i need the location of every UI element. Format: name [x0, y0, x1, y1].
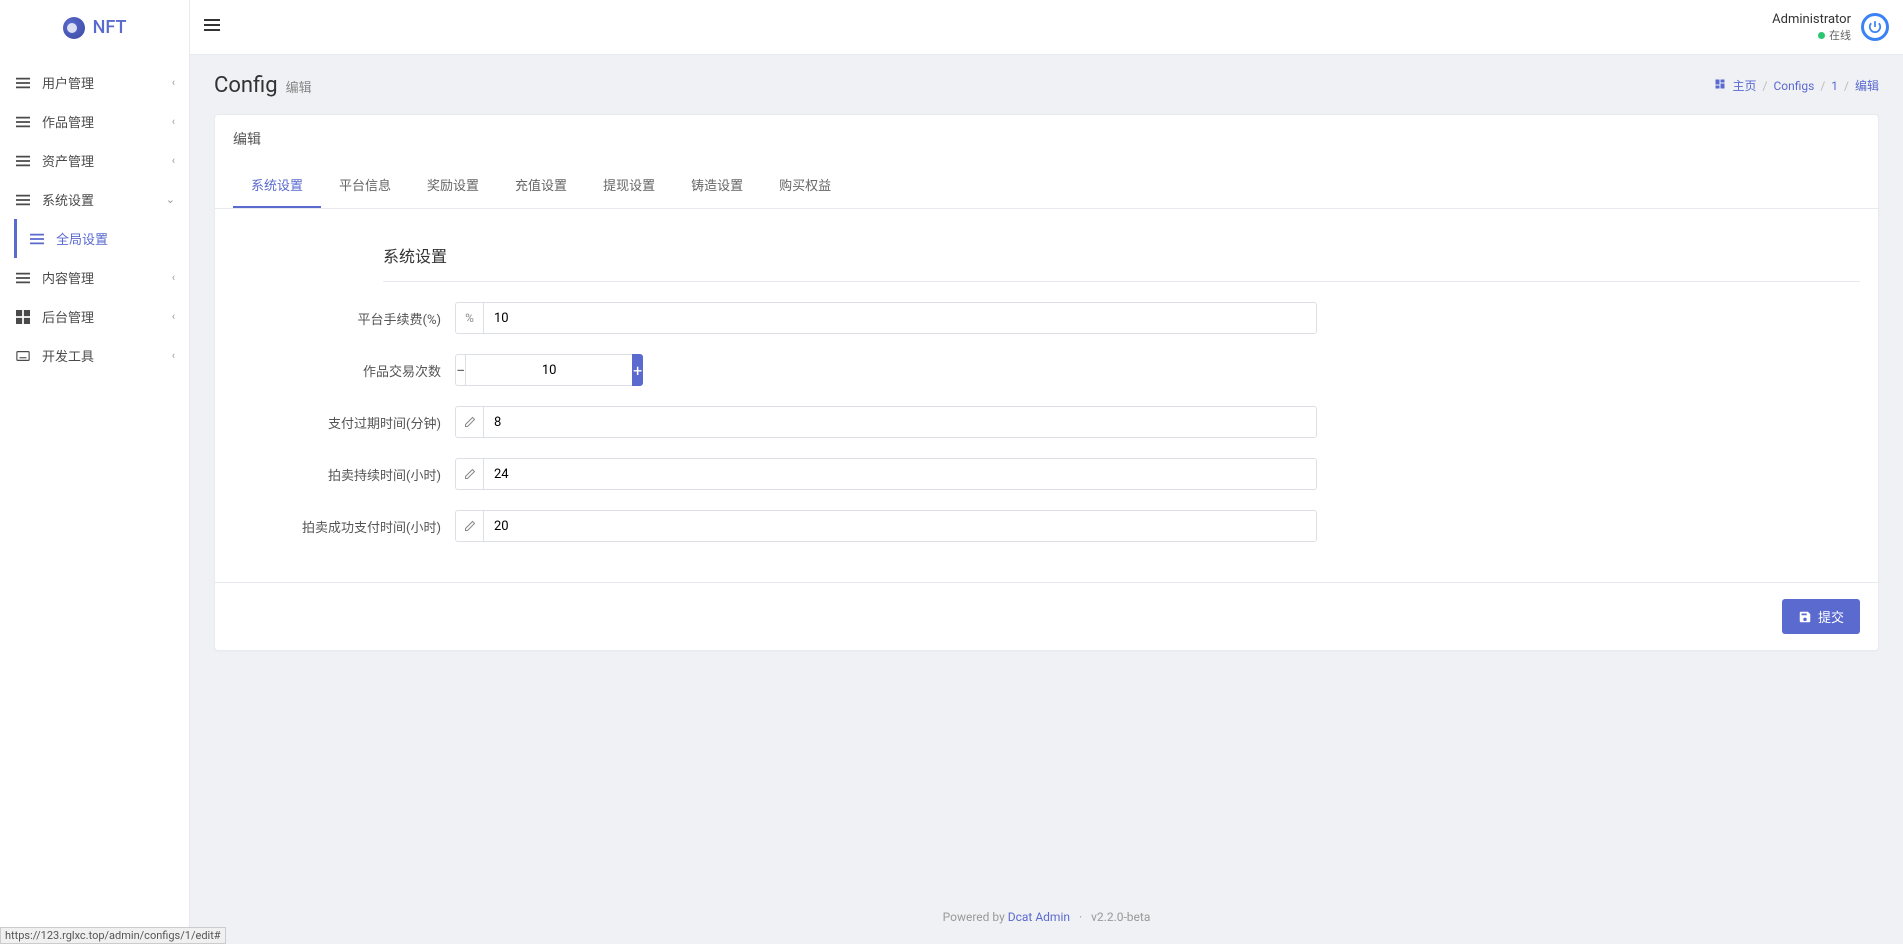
main-area: Administrator 在线 Config 编辑 主页 / Configs: [190, 0, 1903, 944]
list-icon: [14, 76, 32, 90]
input-pay-expire[interactable]: [483, 406, 1317, 438]
logo-text: NFT: [93, 17, 127, 38]
stepper-decrement[interactable]: −: [455, 354, 466, 386]
label-trade-count: 作品交易次数: [233, 361, 455, 380]
chevron-left-icon: ‹: [172, 76, 175, 89]
tab-recharge-settings[interactable]: 充值设置: [497, 163, 585, 208]
footer-powered: Powered by: [943, 910, 1005, 924]
pencil-icon: [455, 458, 483, 490]
breadcrumb-sep: /: [1763, 79, 1768, 93]
breadcrumb-id[interactable]: 1: [1831, 79, 1838, 93]
input-platform-fee[interactable]: [483, 302, 1317, 334]
nav-label: 全局设置: [56, 229, 108, 248]
sidebar-item-content-mgmt[interactable]: 内容管理 ‹: [0, 258, 189, 297]
pencil-icon: [455, 510, 483, 542]
sidebar-item-global-settings[interactable]: 全局设置: [14, 219, 189, 258]
chevron-left-icon: ‹: [172, 349, 175, 362]
tabs: 系统设置 平台信息 奖励设置 充值设置 提现设置 铸造设置 购买权益: [215, 163, 1878, 209]
label-pay-expire: 支付过期时间(分钟): [233, 413, 455, 432]
breadcrumb: 主页 / Configs / 1 / 编辑: [1714, 77, 1879, 94]
input-trade-count[interactable]: [466, 354, 632, 386]
label-auction-duration: 拍卖持续时间(小时): [233, 465, 455, 484]
chevron-left-icon: ‹: [172, 271, 175, 284]
breadcrumb-sep: /: [1844, 79, 1849, 93]
tab-platform-info[interactable]: 平台信息: [321, 163, 409, 208]
chevron-left-icon: ‹: [172, 154, 175, 167]
input-auction-duration[interactable]: [483, 458, 1317, 490]
label-auction-pay-time: 拍卖成功支付时间(小时): [233, 517, 455, 536]
sidebar-item-user-mgmt[interactable]: 用户管理 ‹: [0, 63, 189, 102]
tab-reward-settings[interactable]: 奖励设置: [409, 163, 497, 208]
tab-system-settings[interactable]: 系统设置: [233, 163, 321, 208]
form-card: 编辑 系统设置 平台信息 奖励设置 充值设置 提现设置 铸造设置 购买权益 系统…: [214, 114, 1879, 651]
percent-icon: %: [455, 302, 483, 334]
tab-purchase-rights[interactable]: 购买权益: [761, 163, 849, 208]
user-menu[interactable]: Administrator 在线: [1772, 12, 1851, 42]
nav-label: 作品管理: [42, 112, 94, 131]
sidebar-item-works-mgmt[interactable]: 作品管理 ‹: [0, 102, 189, 141]
topbar: Administrator 在线: [190, 0, 1903, 55]
nav-label: 系统设置: [42, 190, 94, 209]
nav-label: 资产管理: [42, 151, 94, 170]
page-title: Config 编辑: [214, 73, 312, 98]
nav-label: 用户管理: [42, 73, 94, 92]
card-header: 编辑: [215, 115, 1878, 163]
tab-mint-settings[interactable]: 铸造设置: [673, 163, 761, 208]
status-dot-icon: [1818, 32, 1825, 39]
save-icon: [1798, 610, 1812, 624]
footer-brand-link[interactable]: Dcat Admin: [1008, 910, 1070, 924]
sidebar-item-dev-tools[interactable]: 开发工具 ‹: [0, 336, 189, 375]
footer-dot: ·: [1079, 910, 1082, 924]
user-name: Administrator: [1772, 12, 1851, 28]
user-status: 在线: [1829, 29, 1851, 42]
logo-icon: [63, 17, 85, 39]
logout-button[interactable]: [1861, 13, 1889, 41]
nav-label: 内容管理: [42, 268, 94, 287]
keyboard-icon: [14, 349, 32, 363]
list-icon: [14, 154, 32, 168]
breadcrumb-edit[interactable]: 编辑: [1855, 77, 1879, 94]
chevron-down-icon: ⌄: [166, 193, 175, 206]
input-auction-pay-time[interactable]: [483, 510, 1317, 542]
submit-label: 提交: [1818, 607, 1844, 626]
sidebar-item-system-settings[interactable]: 系统设置 ⌄: [0, 180, 189, 219]
pencil-icon: [455, 406, 483, 438]
page-title-sub: 编辑: [286, 77, 312, 96]
sidebar-item-asset-mgmt[interactable]: 资产管理 ‹: [0, 141, 189, 180]
form-section-title: 系统设置: [383, 229, 1860, 282]
tab-withdraw-settings[interactable]: 提现设置: [585, 163, 673, 208]
breadcrumb-configs[interactable]: Configs: [1773, 79, 1814, 93]
sidebar-item-admin-mgmt[interactable]: 后台管理 ‹: [0, 297, 189, 336]
nav-label: 后台管理: [42, 307, 94, 326]
list-icon: [14, 271, 32, 285]
breadcrumb-home[interactable]: 主页: [1732, 77, 1756, 94]
nav-label: 开发工具: [42, 346, 94, 365]
sidebar: NFT 用户管理 ‹ 作品管理 ‹ 资产管理 ‹ 系统设置 ⌄: [0, 0, 190, 944]
sidebar-toggle[interactable]: [204, 17, 220, 37]
label-platform-fee: 平台手续费(%): [233, 309, 455, 328]
stepper-increment[interactable]: +: [632, 354, 643, 386]
browser-status-url: https://123.rglxc.top/admin/configs/1/ed…: [0, 927, 226, 944]
breadcrumb-sep: /: [1820, 79, 1825, 93]
footer-version: v2.2.0-beta: [1091, 910, 1150, 924]
logo[interactable]: NFT: [0, 0, 189, 55]
chevron-left-icon: ‹: [172, 310, 175, 323]
dashboard-icon: [1714, 78, 1726, 93]
sidebar-nav: 用户管理 ‹ 作品管理 ‹ 资产管理 ‹ 系统设置 ⌄ 全局设: [0, 55, 189, 375]
page-title-main: Config: [214, 73, 278, 98]
grid-icon: [14, 310, 32, 324]
list-icon: [14, 193, 32, 207]
list-icon: [28, 232, 46, 246]
list-icon: [14, 115, 32, 129]
footer: Powered by Dcat Admin · v2.2.0-beta: [190, 890, 1903, 944]
chevron-left-icon: ‹: [172, 115, 175, 128]
submit-button[interactable]: 提交: [1782, 599, 1860, 634]
